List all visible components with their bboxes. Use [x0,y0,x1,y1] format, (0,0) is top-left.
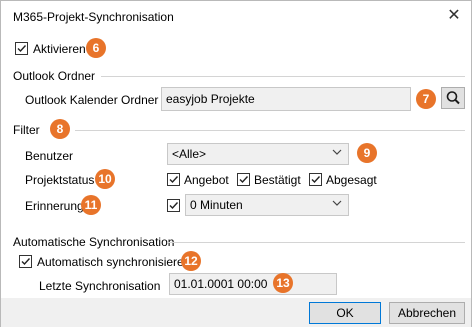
callout-badge-8: 8 [50,119,70,139]
callout-badge-13: 13 [273,273,293,293]
project-status-label: Projektstatus [25,173,95,187]
chevron-down-icon [332,200,342,206]
search-icon [446,91,460,105]
status-abgesagt-label: Abgesagt [326,173,377,187]
last-sync-label: Letzte Synchronisation [39,279,161,293]
section-divider [75,130,465,131]
title-bar: M365-Projekt-Synchronisation ✕ [1,1,471,31]
callout-badge-11: 11 [81,195,101,215]
user-select-value: <Alle> [172,147,207,161]
section-divider [101,76,465,77]
callout-badge-9: 9 [357,143,377,163]
checkmark-icon [169,176,179,184]
callout-badge-6: 6 [86,38,106,58]
callout-badge-10: 10 [95,169,115,189]
outlook-folder-label: Outlook Kalender Ordner [25,93,159,107]
reminder-select[interactable]: 0 Minuten [185,194,349,216]
checkmark-icon [239,176,249,184]
status-bestaetigt-checkbox[interactable] [237,173,250,186]
autosync-checkbox[interactable] [19,255,32,268]
window-title: M365-Projekt-Synchronisation [13,10,174,24]
close-icon[interactable]: ✕ [445,7,463,25]
dialog-footer: OK Abbrechen [1,298,471,327]
checkmark-icon [17,45,27,53]
reminder-label: Erinnerung [25,199,84,213]
activate-label: Aktivieren [33,42,86,56]
reminder-select-value: 0 Minuten [190,198,243,212]
sync-dialog: M365-Projekt-Synchronisation ✕ Aktiviere… [0,0,472,327]
status-angebot-checkbox[interactable] [167,173,180,186]
folder-search-button[interactable] [441,87,465,109]
ok-button[interactable]: OK [309,302,381,324]
status-abgesagt-checkbox[interactable] [309,173,322,186]
outlook-folder-field[interactable]: easyjob Projekte [161,87,411,111]
section-divider [167,242,465,243]
autosync-label: Automatisch synchronisieren [37,255,191,269]
activate-checkbox[interactable] [15,42,28,55]
checkmark-icon [311,176,321,184]
user-select[interactable]: <Alle> [167,143,349,165]
reminder-checkbox[interactable] [167,199,180,212]
cancel-button[interactable]: Abbrechen [389,302,465,324]
autosync-section-title: Automatische Synchronisation [13,235,175,249]
status-bestaetigt-label: Bestätigt [254,173,301,187]
last-sync-field: 01.01.0001 00:00 [169,273,337,295]
filter-section-title: Filter [13,123,40,137]
outlook-section-title: Outlook Ordner [13,69,96,83]
user-label: Benutzer [25,149,74,163]
checkmark-icon [21,258,31,266]
callout-badge-12: 12 [181,251,201,271]
chevron-down-icon [332,149,342,155]
callout-badge-7: 7 [416,89,436,109]
status-angebot-label: Angebot [184,173,229,187]
checkmark-icon [169,202,179,210]
